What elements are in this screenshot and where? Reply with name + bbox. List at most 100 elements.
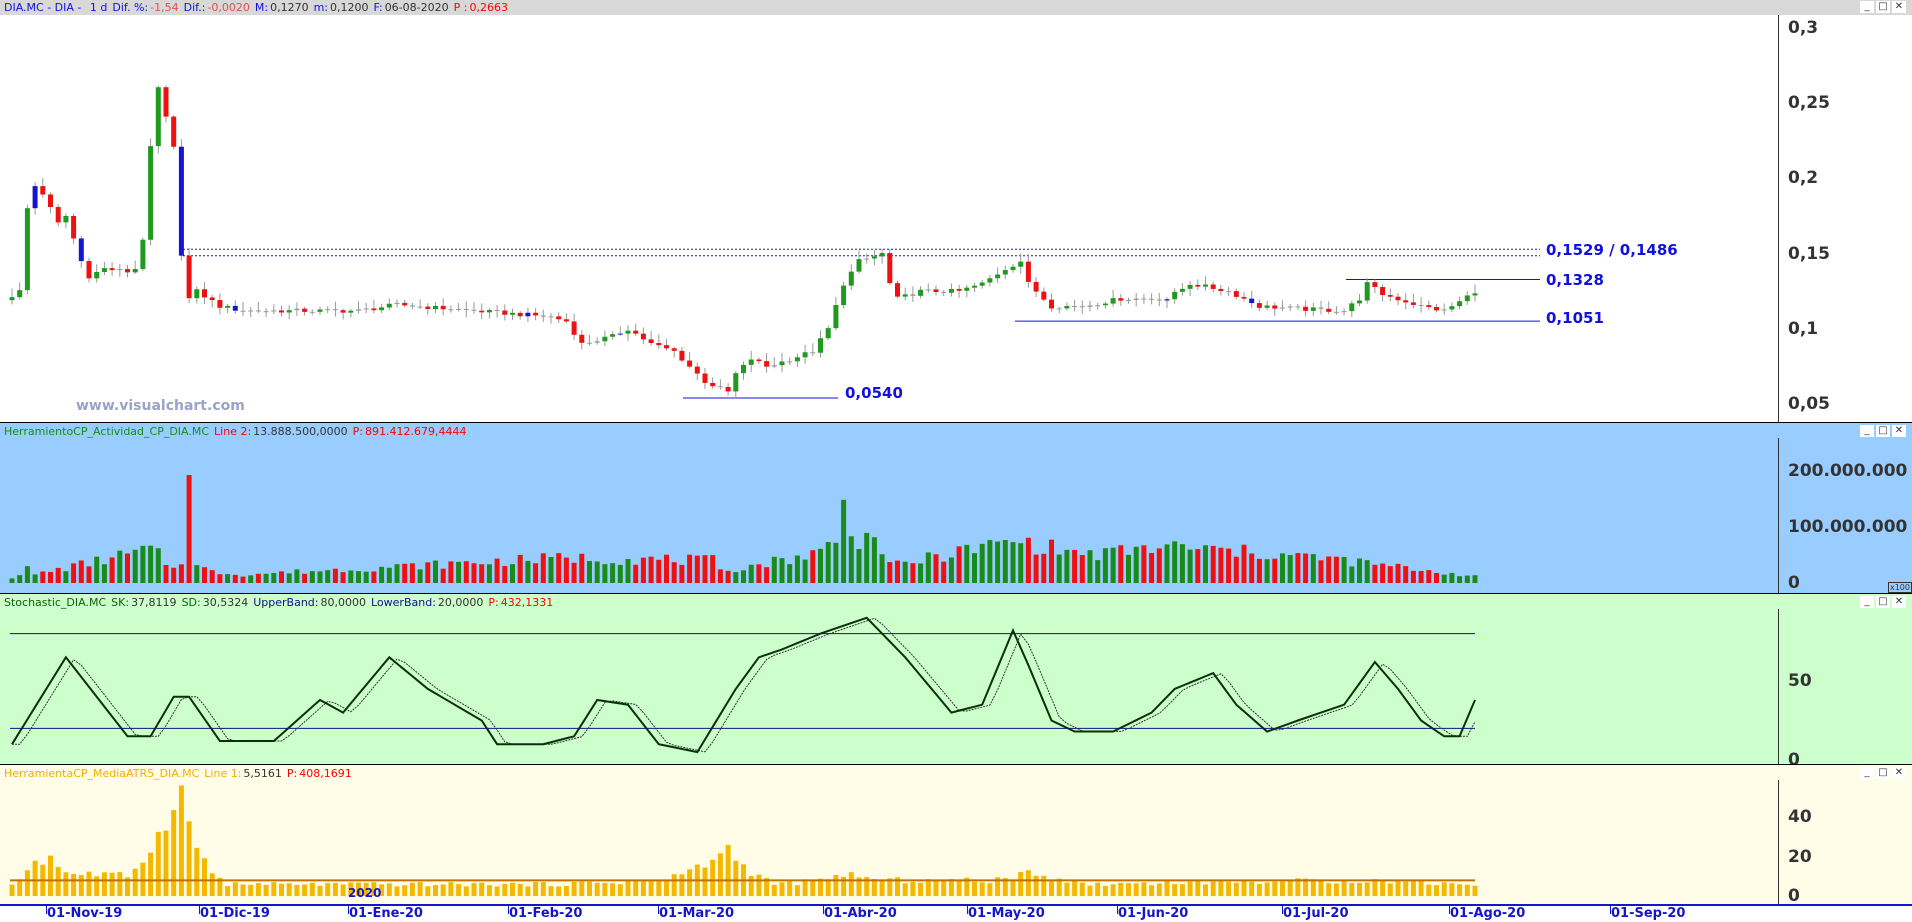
volume-bar bbox=[286, 573, 292, 583]
minimize-button[interactable]: _ bbox=[1860, 1, 1874, 13]
stochastic-chart[interactable] bbox=[0, 594, 1912, 765]
atr-bar bbox=[263, 884, 269, 896]
atr-bar bbox=[1457, 884, 1463, 896]
close-button[interactable]: ✕ bbox=[1892, 767, 1906, 779]
volume-bar bbox=[325, 570, 331, 583]
atr-bar bbox=[1149, 885, 1155, 896]
atr-bar bbox=[1187, 881, 1193, 896]
volume-bar bbox=[9, 578, 15, 583]
volume-bar bbox=[1002, 540, 1008, 583]
maximize-button[interactable]: □ bbox=[1876, 596, 1890, 608]
atr-bar bbox=[409, 882, 415, 896]
atr-bar bbox=[1033, 875, 1039, 896]
volume-bar bbox=[302, 573, 308, 583]
candle-body bbox=[440, 305, 446, 310]
volume-bar bbox=[1064, 549, 1070, 583]
candle-body bbox=[1403, 300, 1409, 303]
volume-bar bbox=[810, 550, 816, 583]
atr-bar bbox=[86, 871, 92, 896]
symbol-label: DIA.MC - DIA - bbox=[4, 1, 85, 14]
atr-bar bbox=[132, 868, 138, 896]
atr-bar bbox=[248, 884, 254, 896]
price-chart[interactable] bbox=[0, 0, 1912, 423]
volume-bar bbox=[1310, 554, 1316, 583]
candle-body bbox=[895, 283, 900, 297]
volume-bar bbox=[1326, 556, 1332, 583]
atr-bar bbox=[1141, 882, 1147, 896]
candle-body bbox=[325, 309, 331, 311]
date-label: 01-Dic-19 bbox=[200, 906, 270, 921]
maximize-button[interactable]: □ bbox=[1876, 767, 1890, 779]
candle-body bbox=[232, 305, 238, 311]
candle-body bbox=[302, 308, 308, 312]
candle-body bbox=[910, 294, 916, 296]
atr-bar bbox=[340, 884, 346, 896]
atr-bar bbox=[155, 831, 161, 896]
atr-bar bbox=[587, 881, 592, 896]
upper-band-value: 80,0000 bbox=[320, 596, 367, 609]
close-button[interactable]: ✕ bbox=[1892, 425, 1906, 437]
volume-bar bbox=[55, 567, 61, 583]
candle-body bbox=[171, 116, 177, 147]
candle-body bbox=[471, 309, 477, 311]
close-button[interactable]: ✕ bbox=[1892, 1, 1906, 13]
volume-bar bbox=[486, 564, 492, 583]
stoch-name: Stochastic_DIA.MC bbox=[4, 596, 107, 609]
volume-bar bbox=[24, 566, 30, 583]
atr-bar bbox=[71, 874, 77, 896]
volume-bar bbox=[779, 558, 785, 583]
atr-header: HerramientaCP_MediaATR5_DIA.MC Line 1: 5,5… bbox=[4, 767, 357, 780]
volume-bar bbox=[771, 556, 777, 583]
atr-bar bbox=[1434, 885, 1439, 896]
volume-bar bbox=[94, 556, 100, 583]
atr-bar bbox=[717, 853, 723, 896]
minimize-button[interactable]: _ bbox=[1860, 767, 1874, 779]
candle-body bbox=[1110, 298, 1116, 304]
close-button[interactable]: ✕ bbox=[1892, 596, 1906, 608]
volume-bar bbox=[163, 564, 169, 583]
candle-body bbox=[178, 146, 184, 256]
candle-body bbox=[1102, 303, 1108, 306]
sd-line bbox=[12, 617, 1476, 753]
candle-body bbox=[1364, 282, 1370, 301]
volume-bar bbox=[1395, 563, 1401, 583]
candle-body bbox=[1187, 284, 1193, 289]
volume-bar bbox=[741, 570, 746, 583]
minimize-button[interactable]: _ bbox=[1860, 596, 1874, 608]
candle-body bbox=[1395, 296, 1401, 301]
minimize-button[interactable]: _ bbox=[1860, 425, 1874, 437]
candle-body bbox=[140, 239, 146, 269]
atr-bar bbox=[1318, 879, 1324, 896]
candle-body bbox=[579, 334, 585, 343]
stoch-window-buttons: _ □ ✕ bbox=[1860, 596, 1906, 608]
candle-body bbox=[9, 297, 15, 301]
atr-bar bbox=[55, 867, 61, 896]
atr-bar bbox=[117, 872, 123, 896]
volume-bar bbox=[1102, 548, 1108, 583]
volume-bar bbox=[995, 541, 1001, 583]
volume-bar bbox=[1303, 553, 1309, 583]
candle-body bbox=[941, 292, 947, 294]
max-label: M: bbox=[254, 1, 269, 14]
atr-bar bbox=[1041, 875, 1047, 896]
maximize-button[interactable]: □ bbox=[1876, 1, 1890, 13]
sd-value: 30,5324 bbox=[202, 596, 249, 609]
atr-chart[interactable] bbox=[0, 765, 1912, 906]
volume-bar bbox=[409, 563, 415, 583]
volume-bar bbox=[1241, 544, 1247, 583]
stoch-y-axis bbox=[1778, 609, 1779, 764]
candle-body bbox=[1310, 307, 1316, 311]
atr-bar bbox=[48, 855, 53, 896]
maximize-button[interactable]: □ bbox=[1876, 425, 1890, 437]
candle-body bbox=[1303, 306, 1309, 311]
atr-bar bbox=[810, 880, 816, 896]
atr-bar bbox=[594, 882, 600, 896]
atr-y-axis bbox=[1778, 780, 1779, 904]
upper-band-label: UpperBand: bbox=[253, 596, 319, 609]
volume-bar bbox=[802, 559, 808, 583]
volume-chart[interactable] bbox=[0, 423, 1912, 594]
candle-body bbox=[78, 238, 84, 262]
volume-bar bbox=[1010, 542, 1016, 583]
candle-body bbox=[587, 342, 592, 344]
volume-bar bbox=[733, 572, 739, 583]
